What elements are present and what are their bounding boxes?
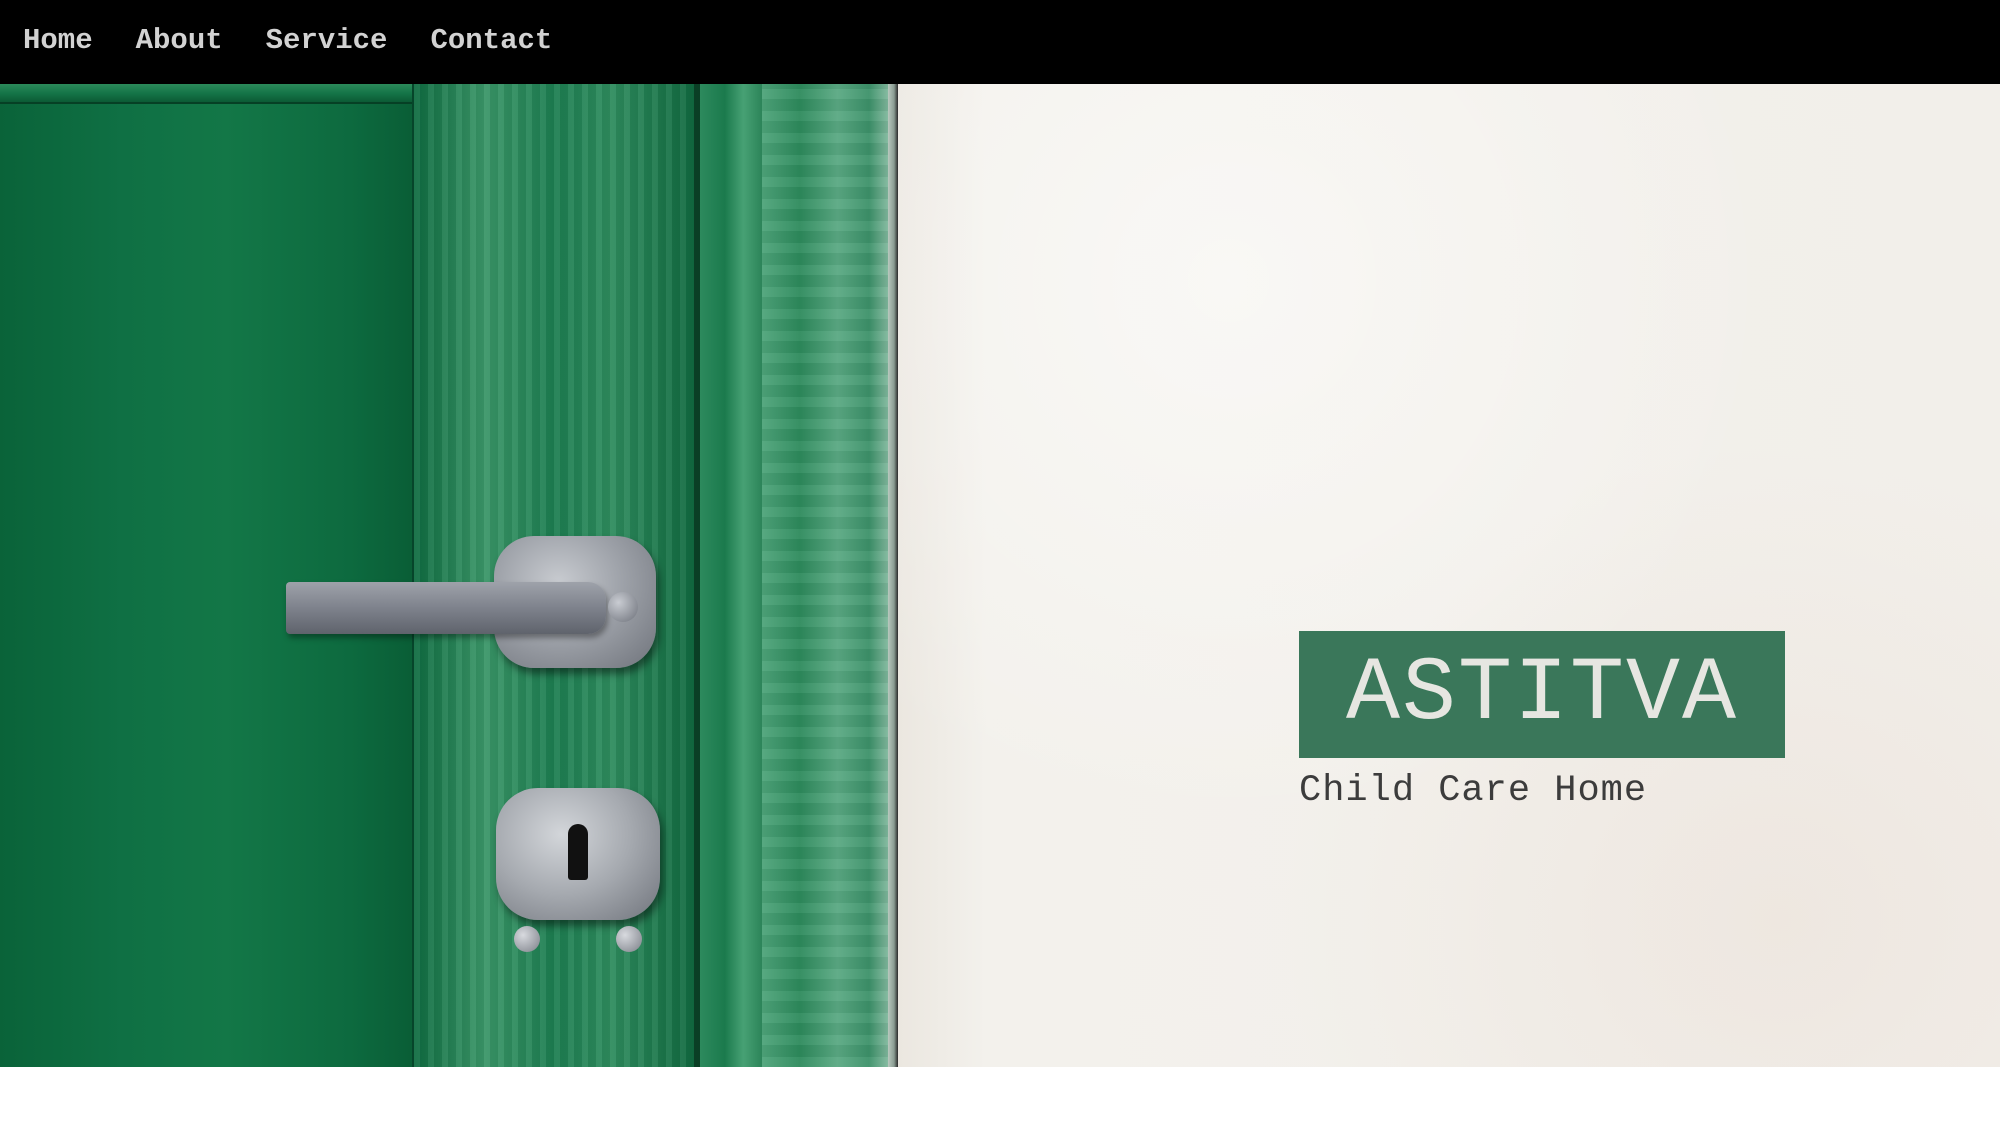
keyhole-plate-screw-right [616, 926, 642, 952]
hero-door-image [0, 84, 898, 1067]
door-frame-outer [762, 84, 888, 1067]
nav-link-contact[interactable]: Contact [430, 24, 552, 57]
nav-link-home[interactable]: Home [23, 24, 93, 57]
nav-link-about[interactable]: About [136, 24, 223, 57]
brand-title: ASTITVA [1345, 643, 1739, 746]
hero-section: ASTITVA Child Care Home [0, 84, 2000, 1067]
door-frame-edge [888, 84, 898, 1067]
door-handle-lever [286, 582, 606, 634]
hero-wall-background [898, 84, 2000, 1067]
nav-link-service[interactable]: Service [266, 24, 388, 57]
top-navbar: Home About Service Contact [0, 0, 2000, 84]
keyhole-plate-screw-left [514, 926, 540, 952]
door-frame-inner [700, 84, 762, 1067]
door-handle-screw [608, 592, 638, 622]
brand-title-box: ASTITVA [1299, 631, 1785, 758]
brand-subtitle: Child Care Home [1299, 770, 1648, 812]
keyhole [568, 824, 588, 880]
door-panel-top-rail [0, 84, 412, 104]
